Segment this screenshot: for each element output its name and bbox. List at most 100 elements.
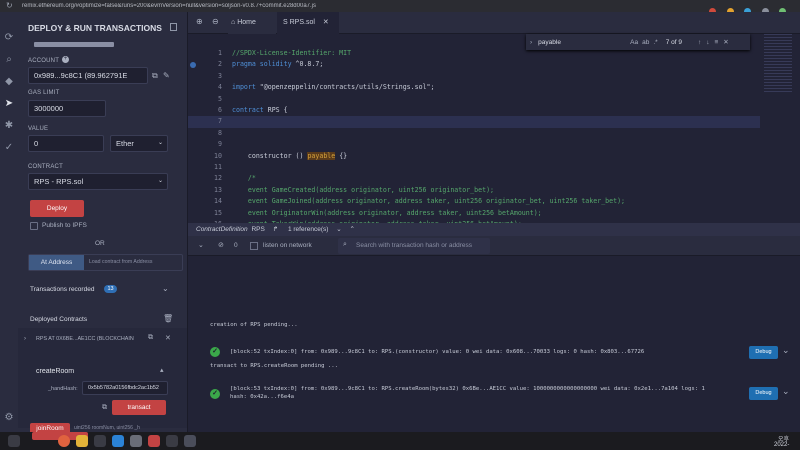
chevron-down-icon: ⌄	[157, 178, 163, 184]
vscode-icon[interactable]	[112, 435, 124, 447]
chevron-down-icon[interactable]: ⌄	[782, 386, 790, 397]
join-room-input[interactable]: uint256 roomNum, uint256 _h	[74, 425, 140, 431]
param-label: _handHash:	[48, 386, 78, 392]
trash-icon[interactable]: 🗑	[163, 314, 173, 323]
next-match-icon[interactable]: ↓	[706, 39, 709, 46]
code-line[interactable]: 5	[188, 94, 760, 105]
editor-minimap[interactable]	[760, 34, 800, 223]
chevron-up-icon[interactable]: ⌃	[349, 226, 354, 233]
code-line[interactable]: 7	[188, 116, 760, 128]
transact-button[interactable]: transact	[112, 400, 166, 415]
value-input[interactable]: 0	[28, 135, 104, 152]
load-contract-address-input[interactable]: Load contract from Address	[89, 255, 181, 270]
go-to-definition-icon[interactable]: ↱	[273, 226, 278, 233]
terminal-search-input[interactable]: Search with transaction hash or address	[356, 242, 472, 249]
code-line[interactable]: 13 event GameCreated(address originator,…	[188, 185, 760, 196]
close-icon[interactable]: ✕	[723, 38, 728, 46]
hand-hash-input[interactable]: 0x5b5782a0156fbdc2ac1b52	[82, 381, 168, 395]
instance-label[interactable]: RPS AT 0X6BE...AE1CC (BLOCKCHAIN	[36, 336, 146, 342]
settings-gear-icon[interactable]: ⚙	[3, 412, 15, 424]
close-tab-icon[interactable]: ✕	[323, 19, 329, 26]
find-in-selection-icon[interactable]: ≡	[714, 39, 718, 46]
code-line[interactable]: 12 /*	[188, 173, 760, 184]
code-line[interactable]: 3	[188, 71, 760, 82]
zoom-out-icon[interactable]: ⊖	[212, 17, 219, 26]
copy-calldata-icon[interactable]: ⧉	[102, 404, 107, 412]
keyword-token: payable	[307, 151, 336, 160]
chevron-right-icon[interactable]: ›	[24, 336, 26, 342]
code-editor[interactable]: 1 //SPDX-License-Identifier: MIT 2 pragma s…	[188, 34, 760, 223]
publish-ipfs-checkbox[interactable]	[30, 222, 38, 230]
code-line[interactable]: 2 pragma solidity ^0.8.7;	[188, 59, 760, 70]
taskbar-app-icon[interactable]	[148, 435, 160, 447]
deploy-button[interactable]: Deploy	[30, 200, 84, 217]
code-line[interactable]: 6 contract RPS {	[188, 105, 760, 116]
line-number: 14	[214, 197, 222, 206]
chevron-down-icon[interactable]: ⌄	[162, 284, 169, 293]
code-line[interactable]: 15 event OriginatorWin(address originato…	[188, 208, 760, 219]
copy-icon[interactable]: ⧉	[152, 71, 158, 81]
clear-console-icon[interactable]: ⊘	[218, 241, 224, 249]
testing-icon[interactable]: ✓	[3, 142, 15, 154]
log-tx-constructor[interactable]: [block:52 txIndex:0] from: 0x989...9c8C1…	[230, 349, 644, 355]
contract-select[interactable]: RPS - RPS.sol ⌄	[28, 173, 168, 190]
at-address-button[interactable]: At Address	[29, 255, 84, 270]
terminal-search[interactable]: ⌕ Search with transaction hash or addres…	[338, 238, 490, 254]
debug-button[interactable]: Debug	[749, 346, 778, 359]
previous-match-icon[interactable]: ↑	[698, 39, 701, 46]
code-line[interactable]: 4 import "@openzeppelin/contracts/utils/S…	[188, 82, 760, 93]
add-account-icon[interactable]: +	[62, 56, 69, 63]
chevron-up-icon[interactable]: ▴	[160, 366, 164, 374]
taskbar-app-icon[interactable]	[130, 435, 142, 447]
gas-limit-input[interactable]: 3000000	[28, 100, 106, 117]
line-number: 13	[214, 185, 222, 194]
success-check-icon: ✓	[210, 347, 220, 357]
references-link[interactable]: 1 reference(s)	[288, 226, 328, 233]
browser-url[interactable]: remix.ethereum.org/#optimize=false&runs=…	[22, 3, 582, 9]
copy-icon[interactable]: ⧉	[148, 334, 153, 342]
value-unit-select[interactable]: Ether ⌄	[110, 135, 168, 152]
debug-button[interactable]: Debug	[749, 387, 778, 400]
zoom-in-icon[interactable]: ⊕	[196, 17, 203, 26]
join-room-button[interactable]: joinRoom	[30, 423, 70, 432]
debugger-icon[interactable]: ✱	[3, 120, 15, 132]
match-case-toggle[interactable]: Aa	[630, 39, 638, 46]
taskbar-app-icon[interactable]	[184, 435, 196, 447]
tab-file-label: RPS.sol	[289, 19, 315, 26]
edit-icon[interactable]: ✎	[163, 71, 170, 80]
compiler-icon[interactable]: ◆	[3, 76, 15, 88]
chevron-down-icon[interactable]: ⌄	[198, 241, 204, 249]
plugin-manager-icon[interactable]: ⟳	[3, 32, 15, 44]
file-explorer-icon[interactable]	[76, 435, 88, 447]
chevron-down-icon[interactable]: ⌄	[782, 345, 790, 356]
chevron-down-icon[interactable]: ⌄	[336, 226, 341, 233]
chrome-icon[interactable]	[58, 435, 70, 447]
deploy-icon[interactable]: ➤	[3, 98, 15, 110]
reload-icon[interactable]: ↻	[6, 1, 13, 10]
code-line[interactable]: 10 constructor () payable {}	[188, 151, 760, 162]
regex-toggle[interactable]: .*	[653, 39, 657, 46]
chevron-right-icon[interactable]: ›	[530, 39, 532, 46]
log-tx-createroom[interactable]: [block:53 txIndex:0] from: 0x989...9c8C1…	[230, 386, 705, 392]
code-line[interactable]: 8	[188, 128, 760, 139]
code-line[interactable]: 9	[188, 139, 760, 150]
whole-word-toggle[interactable]: ab	[642, 39, 649, 46]
transactions-recorded-label[interactable]: Transactions recorded	[30, 286, 94, 293]
environment-select[interactable]	[34, 42, 114, 47]
close-icon[interactable]: ✕	[165, 334, 171, 342]
panel-doc-icon[interactable]	[170, 23, 177, 31]
line-number: 15	[214, 208, 222, 217]
tab-rps-sol[interactable]: S RPS.sol ✕	[277, 12, 339, 34]
taskbar-app-icon[interactable]	[166, 435, 178, 447]
listen-network-checkbox[interactable]	[250, 242, 258, 250]
contract-select-value: RPS - RPS.sol	[34, 177, 84, 186]
code-line[interactable]: 14 event GameJoined(address originator, …	[188, 196, 760, 207]
find-input[interactable]: payable	[538, 39, 628, 46]
account-select[interactable]: 0x989...9c8C1 (89.962791E	[28, 67, 148, 84]
code-line[interactable]: 11	[188, 162, 760, 173]
search-icon[interactable]: ⌕	[3, 54, 15, 66]
start-icon[interactable]	[8, 435, 20, 447]
taskbar-app-icon[interactable]	[94, 435, 106, 447]
find-widget: › payable Aa ab .* 7 of 9 ↑ ↓ ≡ ✕	[526, 34, 750, 50]
tab-home[interactable]: ⌂ Home	[228, 12, 276, 34]
